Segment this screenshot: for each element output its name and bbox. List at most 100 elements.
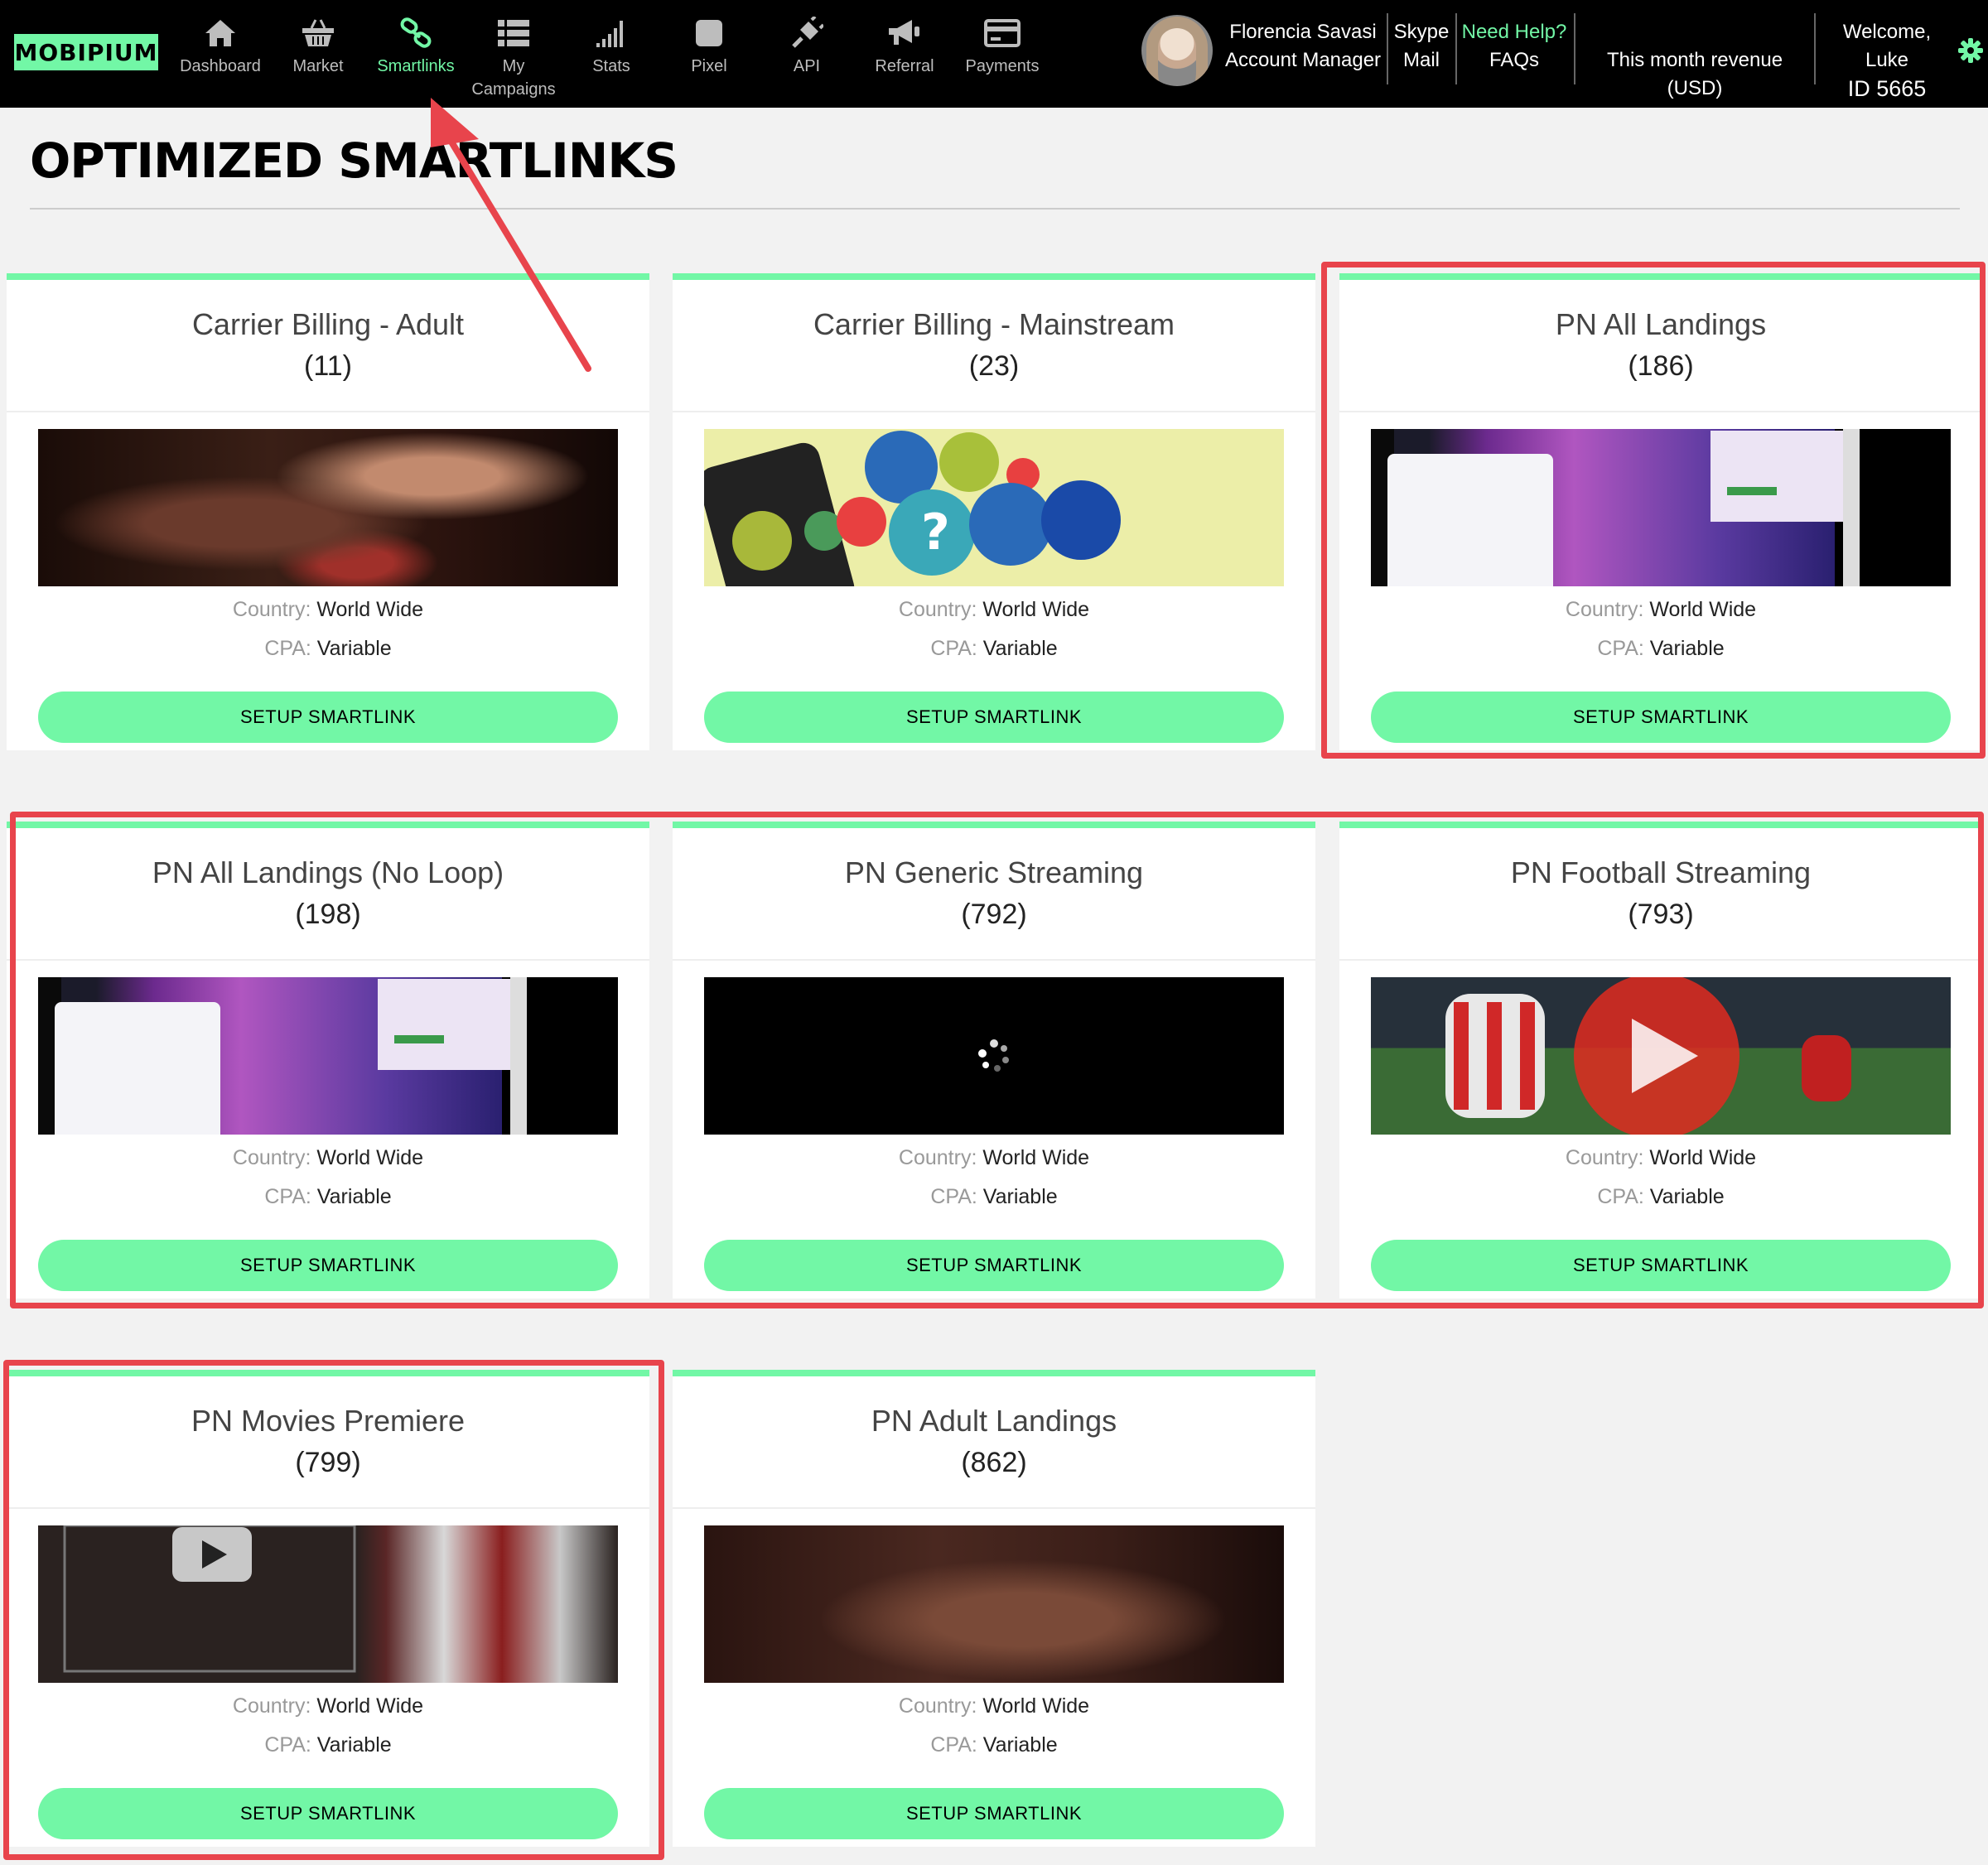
setup-smartlink-button[interactable]: SETUP SMARTLINK bbox=[38, 692, 618, 743]
account-manager-name: Florencia Savasi bbox=[1229, 21, 1377, 43]
link-icon bbox=[367, 15, 465, 51]
card-image bbox=[704, 1525, 1284, 1683]
cpa-row: CPA: Variable bbox=[1339, 1185, 1982, 1209]
country-row: Country: World Wide bbox=[7, 598, 649, 622]
card-title: PN Movies Premiere bbox=[191, 1404, 466, 1438]
country-value: World Wide bbox=[982, 1694, 1090, 1718]
country-value: World Wide bbox=[316, 1694, 424, 1718]
credit-card-icon bbox=[953, 15, 1051, 51]
card-header: Carrier Billing - Adult (11) bbox=[7, 280, 649, 412]
title-divider bbox=[30, 208, 1960, 210]
cpa-value: Variable bbox=[982, 637, 1058, 660]
country-label: Country: bbox=[1565, 598, 1644, 621]
cpa-row: CPA: Variable bbox=[7, 1185, 649, 1209]
country-value: World Wide bbox=[1649, 1146, 1757, 1169]
country-label: Country: bbox=[898, 1146, 977, 1169]
nav-payments[interactable]: Payments bbox=[953, 15, 1051, 78]
card-count: (799) bbox=[295, 1447, 361, 1478]
setup-smartlink-button[interactable]: SETUP SMARTLINK bbox=[704, 692, 1284, 743]
cpa-row: CPA: Variable bbox=[673, 637, 1315, 661]
mobipium-logo[interactable]: MOBIPIUM bbox=[14, 34, 158, 70]
country-value: World Wide bbox=[982, 1146, 1090, 1169]
skype-link[interactable]: Skype bbox=[1392, 18, 1451, 46]
cpa-value: Variable bbox=[982, 1733, 1058, 1757]
cpa-value: Variable bbox=[982, 1185, 1058, 1208]
setup-smartlink-button[interactable]: SETUP SMARTLINK bbox=[38, 1240, 618, 1291]
cpa-value: Variable bbox=[316, 637, 392, 660]
cpa-label: CPA: bbox=[264, 1733, 311, 1757]
divider bbox=[1455, 13, 1457, 84]
nav-label: Smartlinks bbox=[377, 57, 455, 75]
setup-smartlink-button[interactable]: SETUP SMARTLINK bbox=[1371, 1240, 1951, 1291]
country-label: Country: bbox=[232, 1146, 311, 1169]
nav-my-campaigns[interactable]: My Campaigns bbox=[465, 15, 562, 101]
nav-pixel[interactable]: Pixel bbox=[660, 15, 758, 78]
card-image bbox=[38, 429, 618, 586]
card-title: PN Football Streaming bbox=[1510, 855, 1812, 889]
nav-dashboard[interactable]: Dashboard bbox=[171, 15, 269, 78]
divider bbox=[1574, 13, 1575, 84]
nav-stats[interactable]: Stats bbox=[562, 15, 660, 78]
card-header: PN All Landings (186) bbox=[1339, 280, 1982, 412]
card-title: Carrier Billing - Adult bbox=[191, 307, 465, 341]
cpa-value: Variable bbox=[1649, 637, 1725, 660]
user-id: ID 5665 bbox=[1847, 76, 1927, 101]
mail-link[interactable]: Mail bbox=[1392, 46, 1451, 75]
faqs-link[interactable]: FAQs bbox=[1460, 46, 1569, 75]
country-value: World Wide bbox=[1649, 598, 1757, 621]
nav-smartlinks[interactable]: Smartlinks bbox=[367, 15, 465, 78]
cpa-row: CPA: Variable bbox=[673, 1733, 1315, 1757]
card-header: PN Generic Streaming (792) bbox=[673, 828, 1315, 961]
nav-market[interactable]: Market bbox=[269, 15, 367, 78]
country-row: Country: World Wide bbox=[673, 598, 1315, 622]
smartlink-card: PN All Landings (No Loop) (198) Country:… bbox=[7, 822, 649, 1299]
cpa-value: Variable bbox=[316, 1733, 392, 1757]
need-help-link[interactable]: Need Help? bbox=[1460, 18, 1569, 46]
country-label: Country: bbox=[232, 598, 311, 621]
country-label: Country: bbox=[232, 1694, 311, 1718]
smartlink-card: Carrier Billing - Mainstream (23) ? Coun… bbox=[673, 273, 1315, 750]
card-title: PN All Landings bbox=[1555, 307, 1767, 341]
nav-api[interactable]: API bbox=[758, 15, 856, 78]
top-navigation-bar: MOBIPIUM Dashboard Market Smartlinks My … bbox=[0, 0, 1988, 108]
cpa-value: Variable bbox=[316, 1185, 392, 1208]
card-image bbox=[1371, 977, 1951, 1135]
card-header: Carrier Billing - Mainstream (23) bbox=[673, 280, 1315, 412]
country-value: World Wide bbox=[982, 598, 1090, 621]
country-value: World Wide bbox=[316, 598, 424, 621]
card-image: ? bbox=[704, 429, 1284, 586]
megaphone-icon bbox=[856, 15, 953, 51]
contact-links[interactable]: Skype Mail bbox=[1392, 18, 1451, 75]
country-label: Country: bbox=[898, 1694, 977, 1718]
account-manager-avatar bbox=[1141, 15, 1213, 86]
card-title: PN Generic Streaming bbox=[844, 855, 1144, 889]
setup-smartlink-button[interactable]: SETUP SMARTLINK bbox=[38, 1788, 618, 1839]
cpa-label: CPA: bbox=[1597, 637, 1644, 660]
card-count: (862) bbox=[961, 1447, 1027, 1478]
setup-smartlink-button[interactable]: SETUP SMARTLINK bbox=[704, 1240, 1284, 1291]
cpa-row: CPA: Variable bbox=[7, 637, 649, 661]
nav-label: My Campaigns bbox=[471, 57, 556, 99]
basket-icon bbox=[269, 15, 367, 51]
plug-icon bbox=[758, 15, 856, 51]
cpa-label: CPA: bbox=[930, 1733, 977, 1757]
cpa-row: CPA: Variable bbox=[1339, 637, 1982, 661]
monthly-revenue-label: This month revenue (USD) bbox=[1606, 49, 1783, 99]
setup-smartlink-button[interactable]: SETUP SMARTLINK bbox=[1371, 692, 1951, 743]
card-title: PN Adult Landings bbox=[871, 1404, 1117, 1438]
smartlink-card: PN Movies Premiere (799) Country: World … bbox=[7, 1370, 649, 1847]
card-image bbox=[38, 977, 618, 1135]
card-count: (793) bbox=[1628, 899, 1694, 930]
settings-gear-icon[interactable] bbox=[1958, 38, 1983, 67]
football-play-illustration bbox=[1445, 977, 1851, 1135]
setup-smartlink-button[interactable]: SETUP SMARTLINK bbox=[704, 1788, 1284, 1839]
nav-referral[interactable]: Referral bbox=[856, 15, 953, 78]
cpa-label: CPA: bbox=[930, 637, 977, 660]
nav-label: Pixel bbox=[691, 57, 727, 75]
divider bbox=[1387, 13, 1388, 84]
nav-label: API bbox=[793, 57, 821, 75]
account-manager-role: Account Manager bbox=[1224, 49, 1382, 71]
loading-spinner-icon bbox=[978, 1039, 1009, 1072]
card-count: (198) bbox=[295, 899, 361, 930]
help-links[interactable]: Need Help? FAQs bbox=[1460, 18, 1569, 75]
